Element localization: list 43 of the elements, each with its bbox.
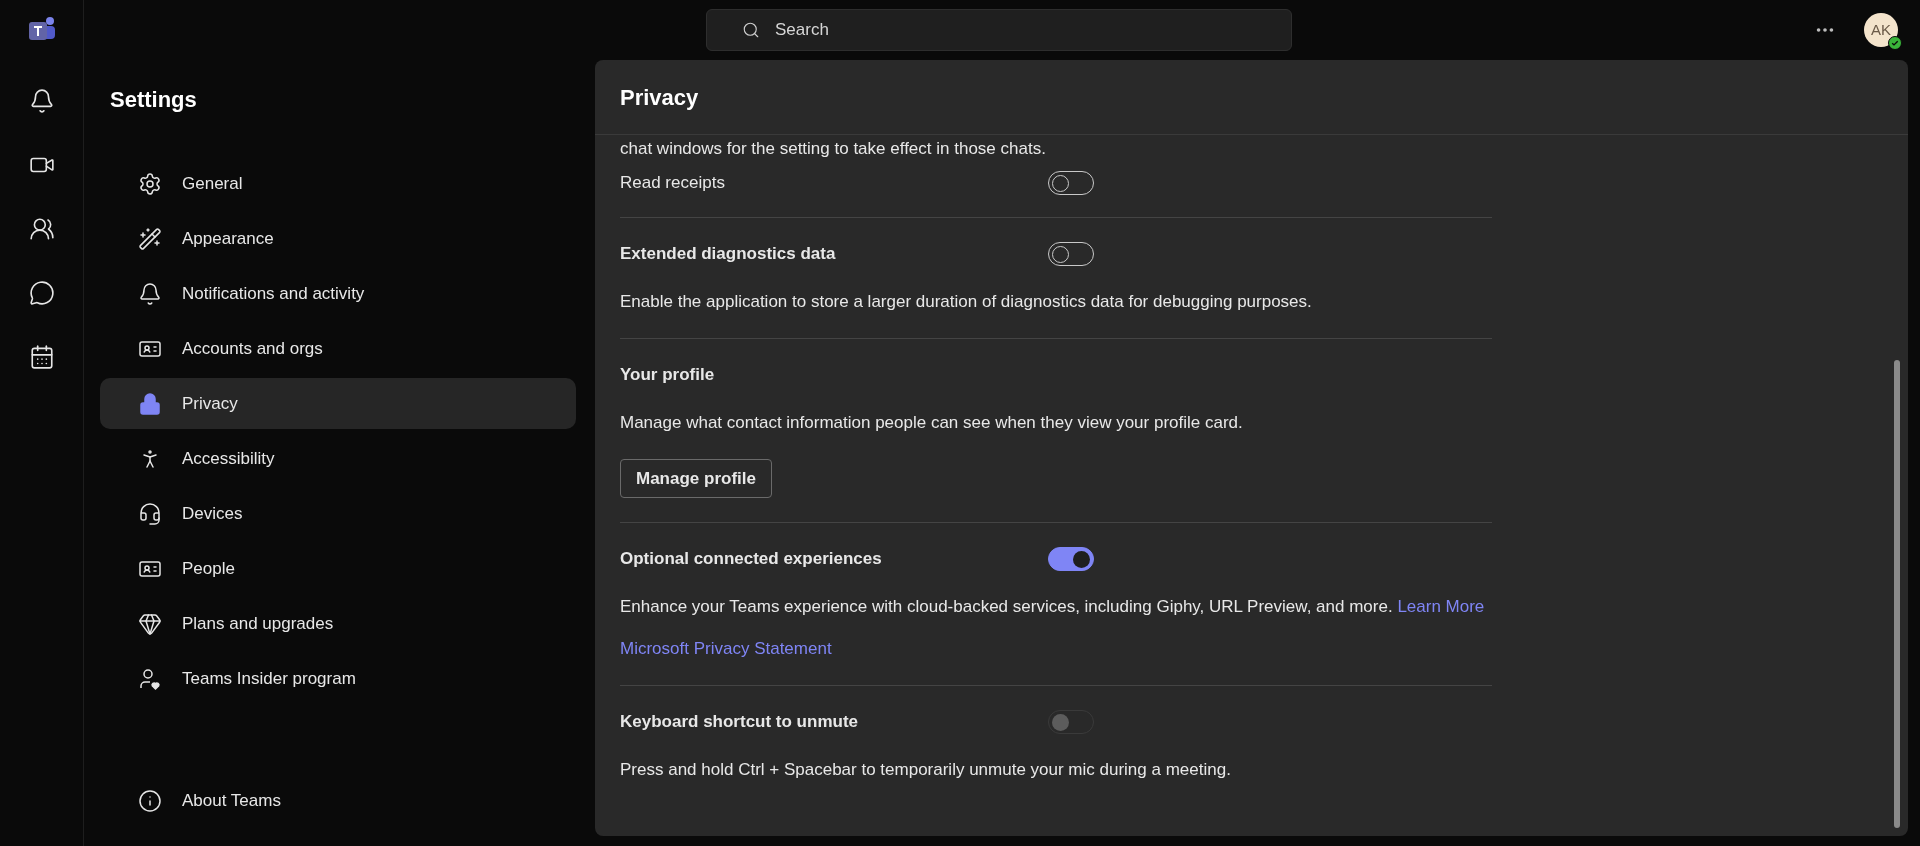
setting-description: Enhance your Teams experience with cloud-backed services, including Giphy, URL Preview, and more. Learn More <box>620 596 1486 618</box>
search-field[interactable]: Search <box>706 9 1292 51</box>
sidebar-item[interactable]: Plans and upgrades <box>100 598 576 649</box>
diamond-icon <box>138 611 162 636</box>
settings-title: Settings <box>110 86 198 114</box>
setting-description: Press and hold Ctrl + Spacebar to temporarily unmute your mic during a meeting. <box>620 759 1232 781</box>
learn-more-link[interactable]: Learn More <box>1397 597 1485 616</box>
setting-description: Manage what contact information people can see when they view your profile card. <box>620 412 1244 434</box>
sidebar-item[interactable]: General <box>100 158 576 209</box>
people-icon[interactable] <box>28 216 55 242</box>
setting-title: Your profile <box>620 364 716 386</box>
sidebar-item[interactable]: Teams Insider program <box>100 653 576 704</box>
person-heart-icon <box>138 666 162 691</box>
sidebar-item[interactable]: Privacy <box>100 378 576 429</box>
sidebar-item[interactable]: Notifications and activity <box>100 268 576 319</box>
wand-icon <box>138 226 162 251</box>
setting-title: Keyboard shortcut to unmute <box>620 711 859 733</box>
sidebar-item[interactable]: Accounts and orgs <box>100 323 576 374</box>
toggle-switch[interactable] <box>1048 547 1094 571</box>
sidebar-item[interactable]: Appearance <box>100 213 576 264</box>
setting-title: Read receipts <box>620 172 726 194</box>
chat-icon[interactable] <box>28 280 55 306</box>
info-icon <box>138 788 162 813</box>
description-text: chat windows for the setting to take effect in those chats. <box>620 138 1047 160</box>
lock-icon <box>138 391 162 416</box>
sidebar-item[interactable]: About Teams <box>100 775 576 826</box>
scrollbar[interactable] <box>1894 360 1900 828</box>
sidebar-item[interactable]: Devices <box>100 488 576 539</box>
sidebar-item[interactable]: People <box>100 543 576 594</box>
gear-icon <box>138 171 162 196</box>
privacy-statement-link[interactable]: Microsoft Privacy Statement <box>620 637 832 661</box>
bell-icon <box>138 281 162 306</box>
headset-icon <box>138 501 162 526</box>
sidebar-item[interactable]: Accessibility <box>100 433 576 484</box>
search-icon <box>742 21 760 39</box>
setting-title: Extended diagnostics data <box>620 243 837 265</box>
panel-title: Privacy <box>620 83 699 112</box>
calendar-icon[interactable] <box>28 344 55 370</box>
setting-title: Optional connected experiences <box>620 548 883 570</box>
avatar[interactable]: AK <box>1864 13 1898 47</box>
manage-profile-button[interactable]: Manage profile <box>620 459 772 498</box>
setting-description: Enable the application to store a larger duration of diagnostics data for debugging purposes. <box>620 291 1313 313</box>
available-status-icon <box>1888 36 1902 50</box>
